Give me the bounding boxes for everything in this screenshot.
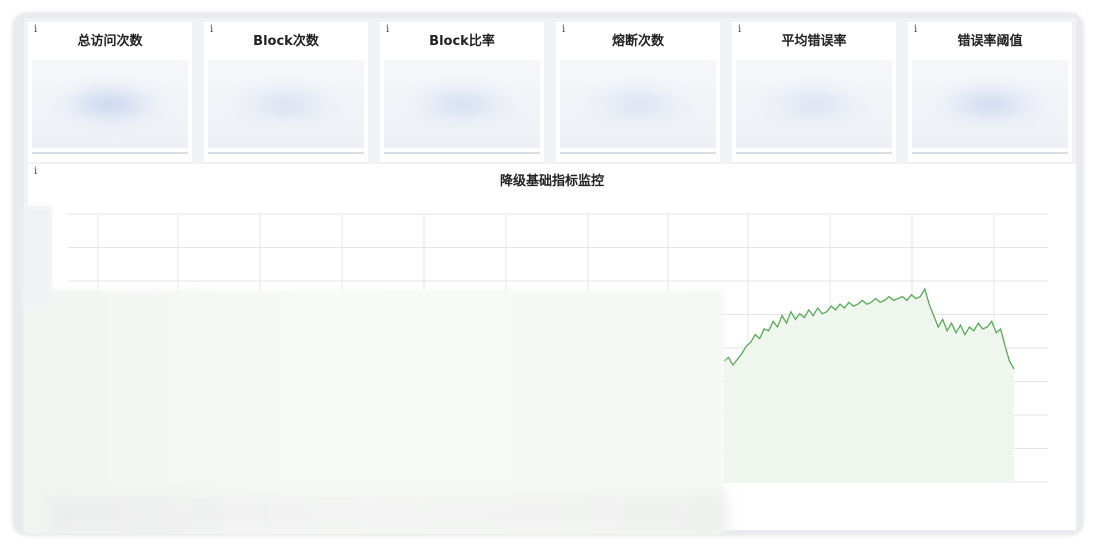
stat-card-total-visits[interactable]: i 总访问次数 <box>28 22 192 162</box>
stat-card-value-blurred <box>912 60 1068 148</box>
blurred-value <box>231 82 341 126</box>
blurred-value <box>759 82 869 126</box>
dashboard-area: i 总访问次数 i Block次数 i Block比率 i 熔断次数 i 平均错… <box>22 18 1076 534</box>
stat-card-title: Block次数 <box>253 34 319 49</box>
stat-card-baseline <box>912 152 1068 154</box>
stat-card-value-blurred <box>208 60 364 148</box>
stat-card-value-blurred <box>384 60 540 148</box>
stat-card-title: 错误率阈值 <box>957 34 1023 49</box>
blurred-value <box>55 82 165 126</box>
stat-card-baseline <box>560 152 716 154</box>
stat-card-value-blurred <box>736 60 892 148</box>
dashboard-frame: i 总访问次数 i Block次数 i Block比率 i 熔断次数 i 平均错… <box>14 14 1082 534</box>
stat-card-baseline <box>384 152 540 154</box>
blurred-value <box>583 82 693 126</box>
stat-card-error-rate-threshold[interactable]: i 错误率阈值 <box>908 22 1072 162</box>
series-area-fill <box>724 289 1014 482</box>
stat-card-title: 平均错误率 <box>781 34 847 49</box>
blurred-axis <box>22 206 52 306</box>
stat-card-title: 熔断次数 <box>611 34 664 49</box>
blurred-value <box>407 82 517 126</box>
blurred-region <box>48 494 728 534</box>
stat-card-title: Block比率 <box>429 34 495 49</box>
stat-card-baseline <box>32 152 188 154</box>
blurred-value <box>935 82 1045 126</box>
stat-card-value-blurred <box>560 60 716 148</box>
stat-card-value-blurred <box>32 60 188 148</box>
stat-card-circuit-break-count[interactable]: i 熔断次数 <box>556 22 720 162</box>
stat-card-title: 总访问次数 <box>77 34 143 49</box>
stat-card-baseline <box>208 152 364 154</box>
degrade-metrics-panel: i 降级基础指标监控 <box>22 164 1076 534</box>
stat-card-block-count[interactable]: i Block次数 <box>204 22 368 162</box>
stat-card-baseline <box>736 152 892 154</box>
stat-card-block-ratio[interactable]: i Block比率 <box>380 22 544 162</box>
stat-card-average-error-rate[interactable]: i 平均错误率 <box>732 22 896 162</box>
